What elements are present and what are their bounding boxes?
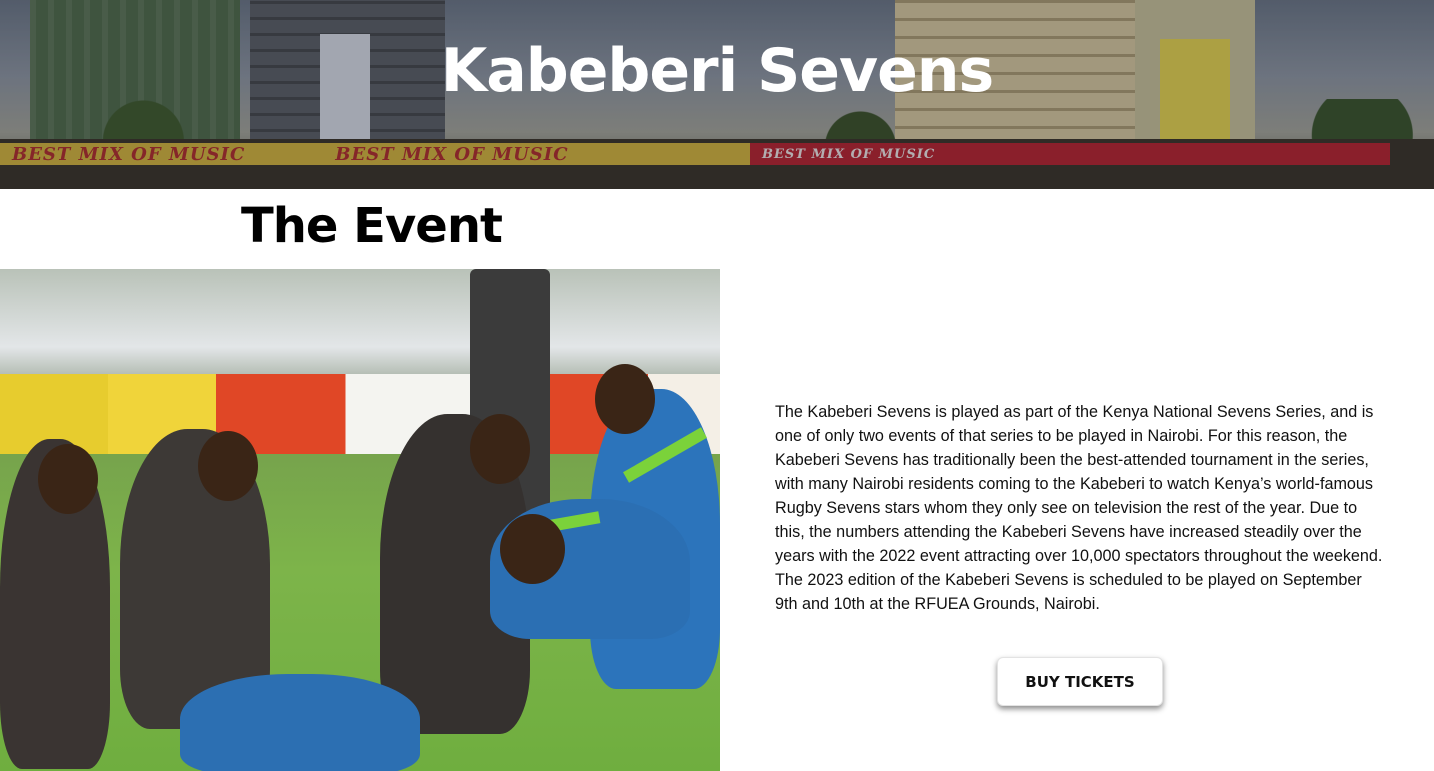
buy-tickets-button[interactable]: BUY TICKETS — [997, 657, 1163, 706]
hero-banner: BEST MIX OF MUSIC BEST MIX OF MUSIC BEST… — [0, 0, 1434, 189]
page-title: Kabeberi Sevens — [440, 36, 994, 106]
section-heading: The Event — [241, 198, 503, 254]
event-description: The Kabeberi Sevens is played as part of… — [775, 403, 1383, 613]
rugby-match-photo — [0, 269, 720, 771]
